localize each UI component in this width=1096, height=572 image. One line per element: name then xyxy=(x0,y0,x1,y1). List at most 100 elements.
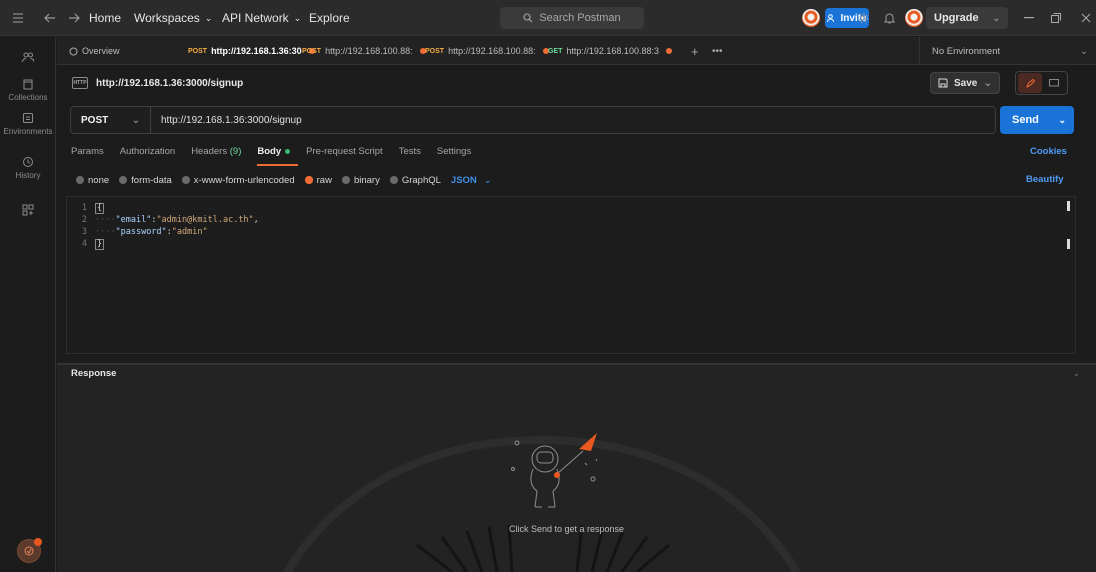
chevron-down-icon: ⌄ xyxy=(1058,114,1066,125)
sidebar-item-team[interactable] xyxy=(0,51,56,63)
search-input[interactable]: Search Postman xyxy=(500,7,644,29)
tab-request-2[interactable]: POST http://192.168.100.88: xyxy=(302,37,426,65)
workspace-avatar[interactable] xyxy=(802,9,820,27)
option-label: none xyxy=(88,174,110,186)
body-type-binary[interactable]: binary xyxy=(341,174,380,186)
chevron-down-icon[interactable]: ⌄ xyxy=(1072,368,1080,379)
environment-selector[interactable]: No Environment ⌄ xyxy=(919,37,1096,65)
body-type-urlencoded[interactable]: x-www-form-urlencoded xyxy=(181,175,295,186)
body-type-form-data[interactable]: form-data xyxy=(119,175,172,186)
request-subtabs: Params Authorization Headers (9) Body Pr… xyxy=(71,146,471,166)
overview-icon xyxy=(69,47,78,55)
sidebar-item-environments[interactable]: Environments xyxy=(0,112,56,136)
chevron-down-icon: ⌄ xyxy=(992,12,1000,23)
radio-icon xyxy=(181,176,190,184)
comment-icon[interactable] xyxy=(1042,78,1066,88)
collections-icon xyxy=(23,79,33,90)
line-number: 4 xyxy=(81,239,87,249)
response-pane: Response ⌄ Click Send to get a response xyxy=(57,365,1096,572)
back-arrow-icon[interactable] xyxy=(44,0,56,36)
search-placeholder: Search Postman xyxy=(539,12,621,24)
body-type-raw[interactable]: raw xyxy=(304,175,332,186)
headers-label: Headers xyxy=(191,146,228,157)
forward-arrow-icon[interactable] xyxy=(68,0,80,36)
tab-headers[interactable]: Headers (9) xyxy=(191,146,241,160)
tab-overview-label: Overview xyxy=(82,46,120,56)
send-button[interactable]: Send ⌄ xyxy=(1000,106,1074,134)
team-icon xyxy=(22,52,34,63)
tab-method: POST xyxy=(302,47,322,55)
scrollbar-marker xyxy=(1067,239,1070,249)
edit-pencil-icon[interactable] xyxy=(1018,73,1042,93)
postbot-button[interactable] xyxy=(17,538,42,563)
request-tabs: Overview POST http://192.168.1.36:30 POS… xyxy=(57,37,1096,65)
upgrade-button[interactable]: Upgrade ⌄ xyxy=(926,7,1008,29)
http-icon: HTTP xyxy=(72,77,88,89)
user-avatar[interactable] xyxy=(905,9,923,27)
request-name[interactable]: http://192.168.1.36:3000/signup xyxy=(96,78,243,89)
tab-settings[interactable]: Settings xyxy=(437,146,471,160)
new-tab-plus-icon[interactable]: + xyxy=(691,37,699,65)
chevron-down-icon: ⌄ xyxy=(483,174,492,186)
radio-selected-icon xyxy=(304,176,313,184)
method-selector[interactable]: POST ⌄ xyxy=(71,107,151,133)
json-value: "admin@kmitl.ac.th" xyxy=(156,215,254,225)
sidebar-item-label: Collections xyxy=(8,93,48,102)
tab-body[interactable]: Body xyxy=(257,146,298,166)
sidebar-item-history[interactable]: History xyxy=(0,156,56,180)
beautify-link[interactable]: Beautify xyxy=(1026,174,1063,185)
cookies-link[interactable]: Cookies xyxy=(1030,146,1067,157)
tab-tests[interactable]: Tests xyxy=(399,146,421,160)
tab-request-3[interactable]: POST http://192.168.100.88: xyxy=(425,37,549,65)
tab-url: http://192.168.100.88: xyxy=(325,46,413,56)
tab-request-1[interactable]: POST http://192.168.1.36:30 xyxy=(188,37,315,65)
send-label: Send xyxy=(1012,114,1039,126)
api-network-menu[interactable]: API Network ⌄ xyxy=(222,0,301,36)
chevron-down-icon: ⌄ xyxy=(204,12,213,23)
open-brace: { xyxy=(95,202,105,214)
tab-overview[interactable]: Overview xyxy=(69,37,120,65)
headers-count: (9) xyxy=(229,146,242,157)
more-tabs-icon[interactable]: ••• xyxy=(712,37,723,65)
maximize-icon[interactable] xyxy=(1051,0,1061,36)
url-bar: POST ⌄ http://192.168.1.36:3000/signup xyxy=(70,106,996,134)
scrollbar-thumb[interactable] xyxy=(1067,201,1070,211)
save-button[interactable]: Save ⌄ xyxy=(930,72,1000,94)
format-selector[interactable]: JSON ⌄ xyxy=(451,175,492,186)
workspaces-menu[interactable]: Workspaces ⌄ xyxy=(134,0,212,36)
add-apps-icon xyxy=(22,204,34,216)
tab-authorization[interactable]: Authorization xyxy=(120,146,175,160)
option-label: form-data xyxy=(131,174,172,186)
url-input[interactable]: http://192.168.1.36:3000/signup xyxy=(151,115,302,126)
tab-pre-request-script[interactable]: Pre-request Script xyxy=(306,146,383,160)
astronaut-illustration-icon xyxy=(511,433,598,508)
radio-icon xyxy=(76,176,84,184)
sidebar-item-collections[interactable]: Collections xyxy=(0,78,56,102)
tab-params[interactable]: Params xyxy=(71,146,104,160)
sidebar-item-add-apps[interactable] xyxy=(0,204,56,216)
json-value: "admin" xyxy=(171,227,208,237)
minimize-icon[interactable] xyxy=(1024,0,1034,36)
menu-icon[interactable] xyxy=(12,0,24,36)
code-line: 3 ····"password":"admin" xyxy=(67,226,208,238)
unsaved-dot xyxy=(665,48,672,54)
close-icon[interactable] xyxy=(1081,0,1091,36)
line-number: 2 xyxy=(81,215,87,225)
environment-label: No Environment xyxy=(932,45,1001,57)
body-editor[interactable]: 1 { 2 ····"email":"admin@kmitl.ac.th", 3… xyxy=(66,196,1076,354)
empty-response-message: Click Send to get a response xyxy=(509,524,625,534)
chevron-down-icon: ⌄ xyxy=(131,114,140,126)
json-key: "email" xyxy=(115,215,152,225)
notification-bell-icon[interactable] xyxy=(884,0,895,36)
tab-request-4[interactable]: GET http://192.168.100.88:3 xyxy=(548,37,672,65)
home-link[interactable]: Home xyxy=(89,0,121,36)
option-label: binary xyxy=(353,174,380,186)
status-dot xyxy=(285,148,291,154)
upgrade-label: Upgrade xyxy=(934,12,979,24)
body-type-graphql[interactable]: GraphQL xyxy=(389,175,441,186)
radio-icon xyxy=(119,176,128,184)
settings-gear-icon[interactable] xyxy=(857,0,869,36)
explore-link[interactable]: Explore xyxy=(309,0,350,36)
body-type-none[interactable]: none xyxy=(76,175,109,186)
tab-method: POST xyxy=(188,47,208,55)
